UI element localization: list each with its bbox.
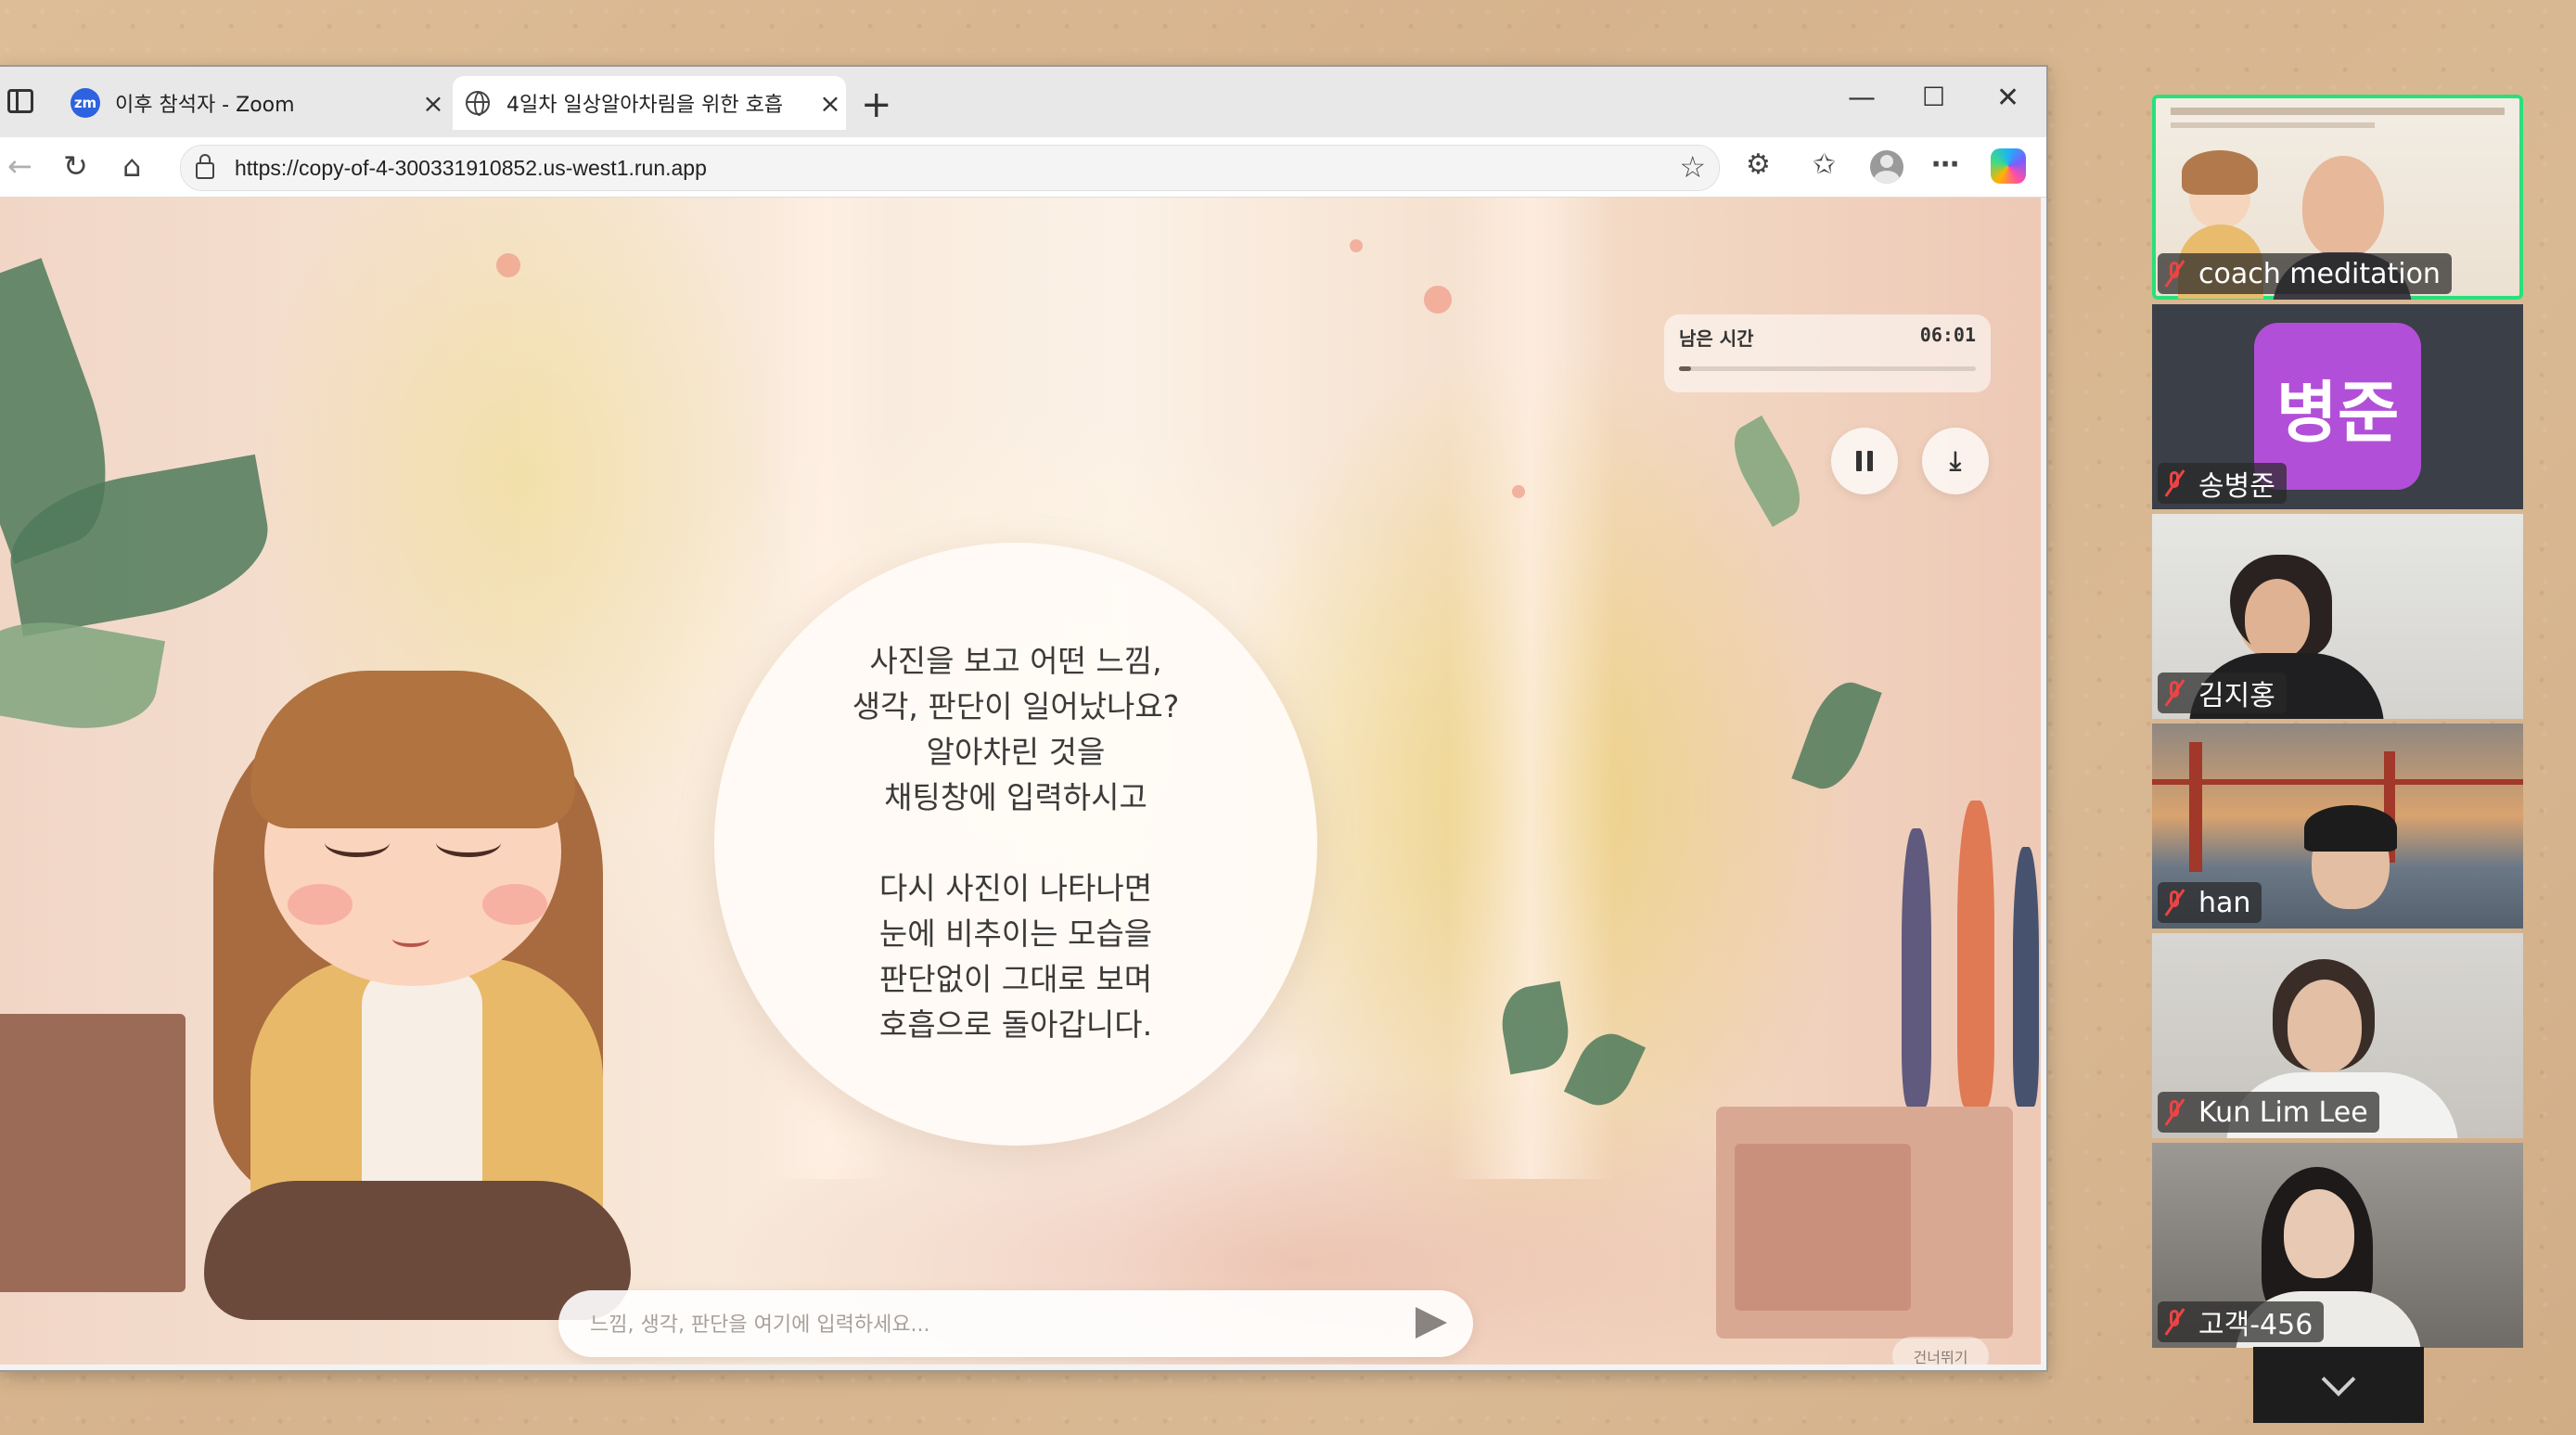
lock-icon <box>196 154 214 179</box>
vase <box>1957 801 1994 1107</box>
scroll-participants-button[interactable] <box>2253 1347 2424 1423</box>
close-window-button[interactable]: ✕ <box>1996 82 2019 114</box>
tab-title: 4일차 일상알아차림을 위한 호흡 <box>506 94 784 117</box>
profile-icon[interactable] <box>1870 150 1903 184</box>
meditating-girl-illustration <box>176 661 696 1357</box>
extensions-icon[interactable]: ⚙ <box>1746 148 1771 181</box>
minimize-button[interactable]: — <box>1848 82 1876 114</box>
pause-icon <box>1856 451 1873 471</box>
participant-name: han <box>2198 886 2251 919</box>
shelf <box>0 1014 186 1292</box>
remaining-time-panel: 남은 시간 06:01 <box>1664 314 1991 392</box>
tab-bar: zm 이후 참석자 - Zoom × 4일차 일상알아차림을 위한 호흡 × +… <box>0 67 2046 137</box>
meditation-app: 사진을 보고 어떤 느낌, 생각, 판단이 일어났나요? 알아차린 것을 채팅창… <box>0 198 2041 1365</box>
instruction-paragraph-2: 다시 사진이 나타나면 눈에 비추이는 모습을 판단없이 그대로 보며 호흡으로… <box>878 870 1153 1043</box>
petal-dot <box>1512 485 1525 498</box>
vase <box>2013 847 2039 1107</box>
participant-tile[interactable]: coach meditation <box>2152 95 2523 300</box>
maximize-button[interactable]: ☐ <box>1922 82 1945 112</box>
address-bar[interactable]: https://copy-of-4-300331910852.us-west1.… <box>180 145 1720 191</box>
mic-muted-icon <box>2165 1098 2185 1126</box>
mic-muted-icon <box>2165 889 2185 916</box>
participant-tile[interactable]: Kun Lim Lee <box>2152 933 2523 1138</box>
plant-leaf <box>1791 673 1882 798</box>
participant-name: Kun Lim Lee <box>2198 1095 2368 1129</box>
timer-progress-fill <box>1679 366 1691 371</box>
browser-toolbar: ← ↻ ⌂ https://copy-of-4-300331910852.us-… <box>0 137 2046 198</box>
tab-breathing-app[interactable]: 4일차 일상알아차림을 위한 호흡 × <box>453 76 846 130</box>
plant-leaf <box>1721 415 1813 528</box>
participant-name-tag: coach meditation <box>2158 253 2452 294</box>
mic-muted-icon <box>2165 679 2185 707</box>
favorite-star-icon[interactable]: ☆ <box>1679 149 1706 185</box>
participant-name-tag: 김지홍 <box>2158 673 2287 713</box>
chevron-down-icon <box>2321 1362 2356 1397</box>
pause-button[interactable] <box>1831 428 1898 494</box>
mic-muted-icon <box>2165 469 2185 497</box>
mic-muted-icon <box>2165 260 2185 288</box>
participant-name-tag: 송병준 <box>2158 463 2287 504</box>
participant-name-tag: 고객-456 <box>2158 1301 2325 1342</box>
vase <box>1902 828 1931 1107</box>
participant-tile[interactable]: 고객-456 <box>2152 1143 2523 1348</box>
url-text: https://copy-of-4-300331910852.us-west1.… <box>235 155 707 180</box>
tab-actions-icon[interactable] <box>7 89 33 113</box>
participant-tile[interactable]: 병준 송병준 <box>2152 304 2523 509</box>
petal-dot <box>496 253 520 277</box>
more-menu-icon[interactable]: ⋯ <box>1931 148 1959 181</box>
timer-value: 06:01 <box>1919 324 1976 346</box>
globe-icon <box>466 91 490 116</box>
participant-name-tag: han <box>2158 882 2262 923</box>
tab-title: 이후 참석자 - Zoom <box>115 94 295 117</box>
new-tab-button[interactable]: + <box>861 83 892 126</box>
send-icon[interactable] <box>1416 1307 1447 1339</box>
participant-tile[interactable]: han <box>2152 724 2523 929</box>
favorites-icon[interactable]: ✩ <box>1813 148 1836 181</box>
reload-icon[interactable]: ↻ <box>63 148 88 184</box>
zoom-icon: zm <box>70 88 100 118</box>
drawer <box>1735 1144 1911 1311</box>
browser-window: zm 이후 참석자 - Zoom × 4일차 일상알아차림을 위한 호흡 × +… <box>0 67 2046 1370</box>
participant-name: 김지홍 <box>2198 680 2275 712</box>
petal-dot <box>1424 286 1452 314</box>
download-icon: ⤓ <box>1949 445 1962 476</box>
participant-name: coach meditation <box>2198 257 2441 290</box>
petal-dot <box>1350 239 1363 252</box>
tab-close-icon[interactable]: × <box>417 88 449 119</box>
participant-name: 고객-456 <box>2198 1309 2313 1341</box>
download-button[interactable]: ⤓ <box>1922 428 1989 494</box>
participant-name-tag: Kun Lim Lee <box>2158 1092 2379 1133</box>
copilot-icon[interactable] <box>1991 148 2026 184</box>
chat-input-bar <box>558 1290 1473 1357</box>
plant-leaf <box>0 609 166 742</box>
skip-button[interactable]: 건너뛰기 <box>1892 1337 1989 1365</box>
tab-close-icon[interactable]: × <box>814 88 846 119</box>
home-icon[interactable]: ⌂ <box>122 148 141 184</box>
mic-muted-icon <box>2165 1308 2185 1336</box>
participant-tile[interactable]: 김지홍 <box>2152 514 2523 719</box>
tab-zoom[interactable]: zm 이후 참석자 - Zoom × <box>59 76 449 130</box>
timer-progress-track <box>1679 366 1976 371</box>
chat-input[interactable] <box>588 1301 1390 1348</box>
participant-name: 송병준 <box>2198 470 2275 503</box>
instruction-text: 사진을 보고 어떤 느낌, 생각, 판단이 일어났나요? 알아차린 것을 채팅창… <box>807 638 1224 1047</box>
back-arrow-icon[interactable]: ← <box>7 148 32 184</box>
instruction-paragraph-1: 사진을 보고 어떤 느낌, 생각, 판단이 일어났나요? 알아차린 것을 채팅창… <box>852 643 1180 815</box>
timer-label: 남은 시간 <box>1679 327 1754 350</box>
